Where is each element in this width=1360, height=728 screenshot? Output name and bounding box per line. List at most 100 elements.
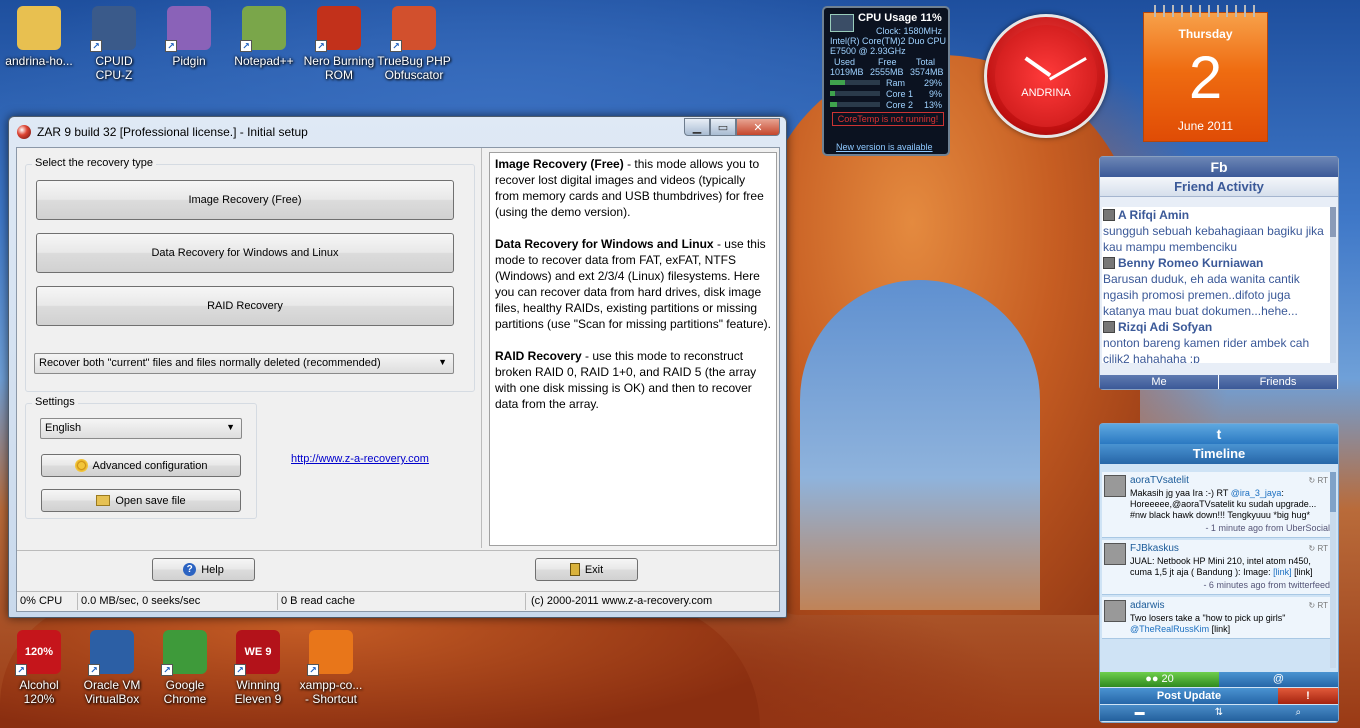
table-row[interactable]: ↻ RT adarwis Two losers take a "how to pic… (1102, 597, 1332, 639)
tab-friends[interactable]: Friends (1219, 375, 1338, 389)
title-bar[interactable]: ZAR 9 build 32 [Professional license.] -… (9, 117, 786, 147)
desktop-icon-3[interactable]: ↗ Pidgin (150, 6, 228, 68)
tweet-count: 20 (1161, 673, 1174, 685)
desktop-icon-6[interactable]: ↗ TrueBug PHP Obfuscator (375, 6, 453, 82)
application-icon: ↗ (315, 6, 361, 52)
desktop-icon-label: Pidgin (172, 54, 206, 68)
tweet-count-badge[interactable]: ●● 20 (1100, 672, 1219, 687)
desktop-icon-2[interactable]: ↗ CPUID CPU-Z (75, 6, 153, 82)
twitter-gadget[interactable]: t Timeline ↻ RT aoraTVsatelit Makasih jg y… (1099, 423, 1339, 723)
shortcut-arrow-icon: ↗ (240, 40, 252, 52)
application-icon: ↗ (90, 6, 136, 52)
shortcut-arrow-icon: ↗ (15, 664, 27, 676)
core1-percent: 9% (928, 89, 942, 99)
retweet-icon[interactable]: ↻ RT (1309, 543, 1328, 554)
recovery-mode-select[interactable]: Recover both "current" files and files n… (34, 353, 454, 374)
facebook-scroll-thumb[interactable] (1330, 207, 1336, 237)
tweet-mention[interactable]: @TheRealRussKim (1130, 624, 1209, 634)
list-item[interactable]: Benny Romeo Kurniawan Barusan duduk, eh a… (1102, 255, 1332, 319)
raid-recovery-button[interactable]: RAID Recovery (36, 286, 454, 326)
desktop-icon-label: Nero Burning ROM (303, 54, 375, 82)
desktop-icon-1[interactable]: andrina-ho... (0, 6, 78, 68)
friend-activity-title: Friend Activity (1100, 177, 1338, 197)
mentions-button[interactable]: @ (1219, 672, 1338, 687)
desktop-icon-5[interactable]: ↗ xampp-co... - Shortcut (292, 630, 370, 706)
help-button[interactable]: ? Help (152, 558, 255, 581)
open-save-file-button[interactable]: Open save file (41, 489, 241, 512)
application-icon: ↗ (88, 630, 134, 676)
new-version-link[interactable]: New version is available (836, 142, 933, 152)
friend-name[interactable]: Rizqi Adi Sofyan (1103, 319, 1330, 335)
retweet-icon[interactable]: ↻ RT (1309, 475, 1328, 486)
friend-status: Barusan duduk, eh ada wanita cantik ngas… (1103, 272, 1300, 318)
shortcut-arrow-icon: ↗ (315, 40, 327, 52)
friend-name-text: A Rifqi Amin (1118, 208, 1190, 222)
desktop-icon-label: Alcohol 120% (19, 678, 59, 706)
desktop-icon-1[interactable]: 120% ↗ Alcohol 120% (0, 630, 78, 706)
calendar-day: Thursday (1178, 27, 1233, 41)
avatar (1103, 321, 1115, 333)
timeline-list[interactable]: ↻ RT aoraTVsatelit Makasih jg yaa Ira :-) … (1102, 472, 1332, 668)
shortcut-arrow-icon: ↗ (90, 40, 102, 52)
maximize-button[interactable]: ▭ (710, 118, 736, 136)
status-io: 0.0 MB/sec, 0 seeks/sec (81, 595, 201, 607)
status-copyright: (c) 2000-2011 www.z-a-recovery.com (531, 595, 713, 607)
advanced-configuration-button[interactable]: Advanced configuration (41, 454, 241, 477)
exit-button[interactable]: Exit (535, 558, 638, 581)
language-select[interactable]: English ▼ (40, 418, 242, 439)
post-update-button[interactable]: Post Update (1100, 688, 1278, 704)
arch-opening (800, 280, 1040, 610)
cpu-meter-gadget[interactable]: CPU Usage 11% Clock: 1580MHz Intel(R) Co… (822, 6, 950, 156)
twitter-scrollbar[interactable] (1330, 472, 1336, 668)
tweet-author[interactable]: adarwis (1130, 600, 1330, 611)
desktop-icon-3[interactable]: ↗ Google Chrome (146, 630, 224, 706)
desktop-icon-label: andrina-ho... (5, 54, 73, 68)
tweet-mention[interactable]: [link] (1273, 567, 1292, 577)
close-button[interactable]: ✕ (736, 118, 780, 136)
table-row[interactable]: ↻ RT FJBkaskus JUAL: Netbook HP Mini 210, … (1102, 540, 1332, 595)
list-item[interactable]: Rizqi Adi Sofyan nonton bareng kamen ride… (1102, 319, 1332, 363)
search-icon[interactable]: ⌕ (1259, 705, 1338, 721)
tab-me[interactable]: Me (1100, 375, 1219, 389)
minimize-button[interactable]: ▁ (684, 118, 710, 136)
language-value: English (45, 422, 82, 434)
shortcut-arrow-icon: ↗ (234, 664, 246, 676)
facebook-scrollbar[interactable] (1330, 207, 1336, 363)
facebook-gadget[interactable]: Fb Friend Activity A Rifqi Amin sungguh s… (1099, 156, 1339, 390)
clock-face (995, 25, 1097, 127)
application-icon: ↗ (165, 6, 211, 52)
data-recovery-button[interactable]: Data Recovery for Windows and Linux (36, 233, 454, 273)
zar-window[interactable]: ZAR 9 build 32 [Professional license.] -… (8, 116, 787, 618)
image-recovery-button[interactable]: Image Recovery (Free) (36, 180, 454, 220)
desktop-icon-4[interactable]: WE 9 ↗ Winning Eleven 9 (219, 630, 297, 706)
friend-status: nonton bareng kamen rider ambek cah cili… (1103, 336, 1310, 363)
image-recovery-heading: Image Recovery (Free) (495, 157, 624, 171)
calendar-month: June 2011 (1177, 119, 1234, 133)
advanced-configuration-label: Advanced configuration (92, 459, 208, 472)
application-icon: 120% ↗ (15, 630, 61, 676)
retweet-icon[interactable]: ↻ RT (1309, 600, 1328, 611)
desktop-icon-2[interactable]: ↗ Oracle VM VirtualBox (73, 630, 151, 706)
calendar-gadget[interactable]: Thursday 2 June 2011 (1143, 5, 1268, 142)
list-item[interactable]: A Rifqi Amin sungguh sebuah kebahagiaan b… (1102, 207, 1332, 255)
tweet-author[interactable]: FJBkaskus (1130, 543, 1330, 554)
application-icon: ↗ (390, 6, 436, 52)
friend-name[interactable]: Benny Romeo Kurniawan (1103, 255, 1330, 271)
friend-name-text: Benny Romeo Kurniawan (1118, 256, 1264, 270)
status-cache: 0 B read cache (281, 595, 355, 607)
friend-activity-list[interactable]: A Rifqi Amin sungguh sebuah kebahagiaan b… (1102, 207, 1332, 363)
friend-name[interactable]: A Rifqi Amin (1103, 207, 1330, 223)
tweet-mention[interactable]: @ira_3_jaya (1231, 488, 1282, 498)
refresh-icon[interactable]: ⇅ (1179, 705, 1258, 721)
table-row[interactable]: ↻ RT aoraTVsatelit Makasih jg yaa Ira :-) … (1102, 472, 1332, 538)
twitter-scroll-thumb[interactable] (1330, 472, 1336, 512)
website-link[interactable]: http://www.z-a-recovery.com (291, 453, 429, 465)
core2-bar (830, 102, 880, 107)
tweet-author[interactable]: aoraTVsatelit (1130, 475, 1330, 486)
analog-clock-gadget[interactable]: ANDRINA (984, 14, 1108, 138)
messages-icon[interactable]: ▬ (1100, 705, 1179, 721)
desktop-icon-5[interactable]: ↗ Nero Burning ROM (300, 6, 378, 82)
desktop-icon-4[interactable]: ↗ Notepad++ (225, 6, 303, 68)
alert-warning-icon[interactable]: ! (1278, 688, 1338, 704)
tweet-text-part: Makasih jg yaa Ira :-) RT (1130, 488, 1231, 498)
